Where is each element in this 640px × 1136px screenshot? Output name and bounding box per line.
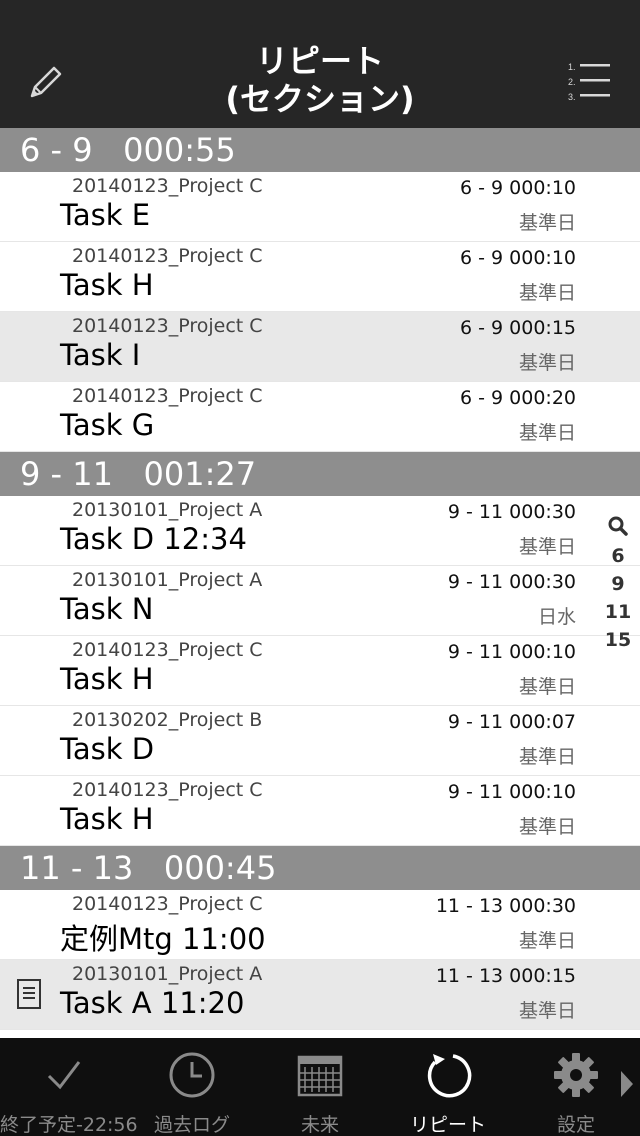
task-row[interactable]: 20140123_Project C Task G 6 - 9 000:20 基準日: [0, 382, 640, 452]
task-name: 定例Mtg 11:00: [60, 922, 266, 956]
time-range: 6 - 9 000:20: [460, 387, 576, 409]
task-name: Task H: [60, 662, 154, 696]
page-title-line2: (セクション): [225, 80, 415, 118]
index-item[interactable]: 11: [600, 598, 636, 626]
section-header: 9 - 11 001:27: [0, 452, 640, 496]
index-item[interactable]: 15: [600, 626, 636, 654]
repeat-day: 基準日: [518, 282, 576, 304]
task-name: Task E: [60, 198, 151, 232]
tab-label: 未来: [300, 1114, 339, 1136]
tab-bar: 終了予定-22:56 過去ログ 未来 リピート 設定: [0, 1038, 640, 1136]
repeat-day: 基準日: [518, 746, 576, 768]
project-name: 20140123_Project C: [72, 639, 263, 661]
task-row[interactable]: 20130101_Project A Task D 12:34 9 - 11 000…: [0, 496, 640, 566]
task-row[interactable]: 20130202_Project B Task D 9 - 11 000:07 基準日: [0, 706, 640, 776]
project-name: 20140123_Project C: [72, 315, 263, 337]
repeat-day: 基準日: [518, 816, 576, 838]
project-name: 20140123_Project C: [72, 779, 263, 801]
section-header: 11 - 13 000:45: [0, 846, 640, 890]
task-name: Task A 11:20: [60, 986, 245, 1020]
time-range: 9 - 11 000:30: [447, 501, 576, 523]
page-title: リピート (セクション): [120, 42, 520, 118]
checkmark-icon: [39, 1050, 89, 1100]
time-range: 9 - 11 000:07: [447, 711, 576, 733]
time-range: 9 - 11 000:30: [447, 571, 576, 593]
task-row[interactable]: 20140123_Project C Task E 6 - 9 000:10 基準日: [0, 172, 640, 242]
svg-text:2.: 2.: [568, 77, 576, 87]
task-row[interactable]: 20140123_Project C Task H 9 - 11 000:10 基準日: [0, 636, 640, 706]
task-row[interactable]: 20130101_Project A Task N 9 - 11 000:30 日水: [0, 566, 640, 636]
time-range: 11 - 13 000:15: [435, 965, 576, 987]
project-name: 20140123_Project C: [72, 245, 263, 267]
tab-repeat[interactable]: リピート: [384, 1038, 512, 1136]
task-row[interactable]: 20140123_Project C Task I 6 - 9 000:15 基準日: [0, 312, 640, 382]
index-item[interactable]: 6: [600, 542, 636, 570]
project-name: 20140123_Project C: [72, 385, 263, 407]
repeat-day: 基準日: [518, 352, 576, 374]
task-name: Task I: [60, 338, 141, 372]
repeat-day: 基準日: [518, 422, 576, 444]
project-name: 20130101_Project A: [72, 569, 263, 591]
repeat-icon: [423, 1050, 473, 1100]
page-title-line1: リピート: [255, 42, 384, 80]
index-item[interactable]: 9: [600, 570, 636, 598]
note-icon[interactable]: [16, 978, 42, 1010]
gear-icon: [551, 1050, 601, 1100]
chevron-right-icon[interactable]: [618, 1068, 636, 1100]
svg-text:1.: 1.: [568, 62, 576, 72]
repeat-day: 基準日: [518, 930, 576, 952]
repeat-day: 基準日: [518, 212, 576, 234]
task-row[interactable]: 20130101_Project A Task A 11:20 11 - 13 00…: [0, 960, 640, 1030]
section-index[interactable]: 6 9 11 15: [600, 514, 636, 654]
task-name: Task D 12:34: [60, 522, 247, 556]
search-icon[interactable]: [600, 514, 636, 542]
time-range: 6 - 9 000:15: [460, 317, 576, 339]
task-row[interactable]: 20140123_Project C 定例Mtg 11:00 11 - 13 000…: [0, 890, 640, 960]
project-name: 20140123_Project C: [72, 893, 263, 915]
pencil-icon[interactable]: [22, 58, 70, 106]
tab-label: リピート: [409, 1114, 486, 1136]
numbered-list-icon[interactable]: 1. 2. 3.: [560, 58, 616, 106]
project-name: 20130202_Project B: [72, 709, 263, 731]
time-range: 9 - 11 000:10: [447, 641, 576, 663]
task-name: Task G: [60, 408, 155, 442]
repeat-day: 基準日: [518, 536, 576, 558]
time-range: 6 - 9 000:10: [460, 177, 576, 199]
repeat-day: 基準日: [518, 676, 576, 698]
tab-future[interactable]: 未来: [256, 1038, 384, 1136]
tab-label: 過去ログ: [153, 1114, 230, 1136]
time-range: 6 - 9 000:10: [460, 247, 576, 269]
task-name: Task D: [60, 732, 155, 766]
tab-label: 終了予定-22:56: [0, 1114, 138, 1136]
clock-icon: [167, 1050, 217, 1100]
task-name: Task N: [60, 592, 154, 626]
project-name: 20130101_Project A: [72, 963, 263, 985]
section-header: 6 - 9 000:55: [0, 128, 640, 172]
repeat-day: 日水: [537, 606, 576, 628]
task-row[interactable]: 20140123_Project C Task H 9 - 11 000:10 基準日: [0, 776, 640, 846]
time-range: 9 - 11 000:10: [447, 781, 576, 803]
time-range: 11 - 13 000:30: [435, 895, 576, 917]
tab-past-log[interactable]: 過去ログ: [128, 1038, 256, 1136]
task-name: Task H: [60, 802, 154, 836]
tab-label: 設定: [556, 1114, 595, 1136]
repeat-day: 基準日: [518, 1000, 576, 1022]
project-name: 20140123_Project C: [72, 175, 263, 197]
tab-finish-estimate[interactable]: 終了予定-22:56: [0, 1038, 138, 1136]
project-name: 20130101_Project A: [72, 499, 263, 521]
navigation-bar: リピート (セクション) 1. 2. 3.: [0, 0, 640, 128]
svg-text:3.: 3.: [568, 92, 576, 102]
task-list[interactable]: 6 - 9 000:55 20140123_Project C Task E6 - …: [0, 128, 640, 1038]
task-row[interactable]: 20140123_Project C Task H 6 - 9 000:10 基準日: [0, 242, 640, 312]
calendar-icon: [295, 1050, 345, 1100]
task-name: Task H: [60, 268, 154, 302]
